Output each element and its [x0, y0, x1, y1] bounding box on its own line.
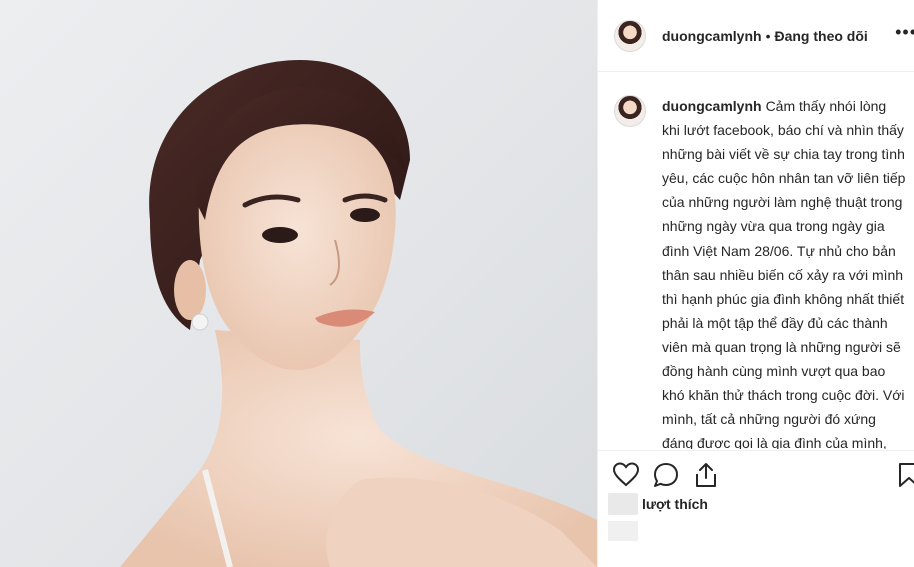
username-link[interactable]: duongcamlynh: [662, 28, 762, 44]
likes-count-redacted: [608, 493, 638, 515]
separator-dot: •: [765, 27, 771, 44]
share-icon[interactable]: [692, 461, 720, 489]
redacted-block: [608, 521, 638, 541]
bookmark-icon[interactable]: [895, 461, 914, 489]
likes-row[interactable]: lượt thích: [608, 493, 708, 515]
portrait-image: [120, 60, 597, 567]
action-bar: lượt thích: [598, 450, 914, 567]
avatar[interactable]: [614, 19, 646, 52]
more-options-icon[interactable]: •••: [895, 22, 914, 43]
post-photo[interactable]: [0, 0, 597, 567]
following-button[interactable]: Đang theo dõi: [774, 28, 867, 44]
likes-label: lượt thích: [642, 496, 708, 512]
caption-section: duongcamlynh Cảm thấy nhói lòng khi lướt …: [598, 73, 914, 449]
caption-text: Cảm thấy nhói lòng khi lướt facebook, bá…: [662, 98, 906, 449]
caption-avatar[interactable]: [614, 95, 646, 127]
post-side-panel: duongcamlynh • Đang theo dõi ••• duongca…: [597, 0, 914, 567]
caption: duongcamlynh Cảm thấy nhói lòng khi lướt …: [662, 94, 906, 449]
comment-icon[interactable]: [652, 461, 680, 489]
caption-username[interactable]: duongcamlynh: [662, 98, 762, 114]
heart-icon[interactable]: [612, 461, 640, 489]
post-header: duongcamlynh • Đang theo dõi •••: [598, 0, 914, 72]
